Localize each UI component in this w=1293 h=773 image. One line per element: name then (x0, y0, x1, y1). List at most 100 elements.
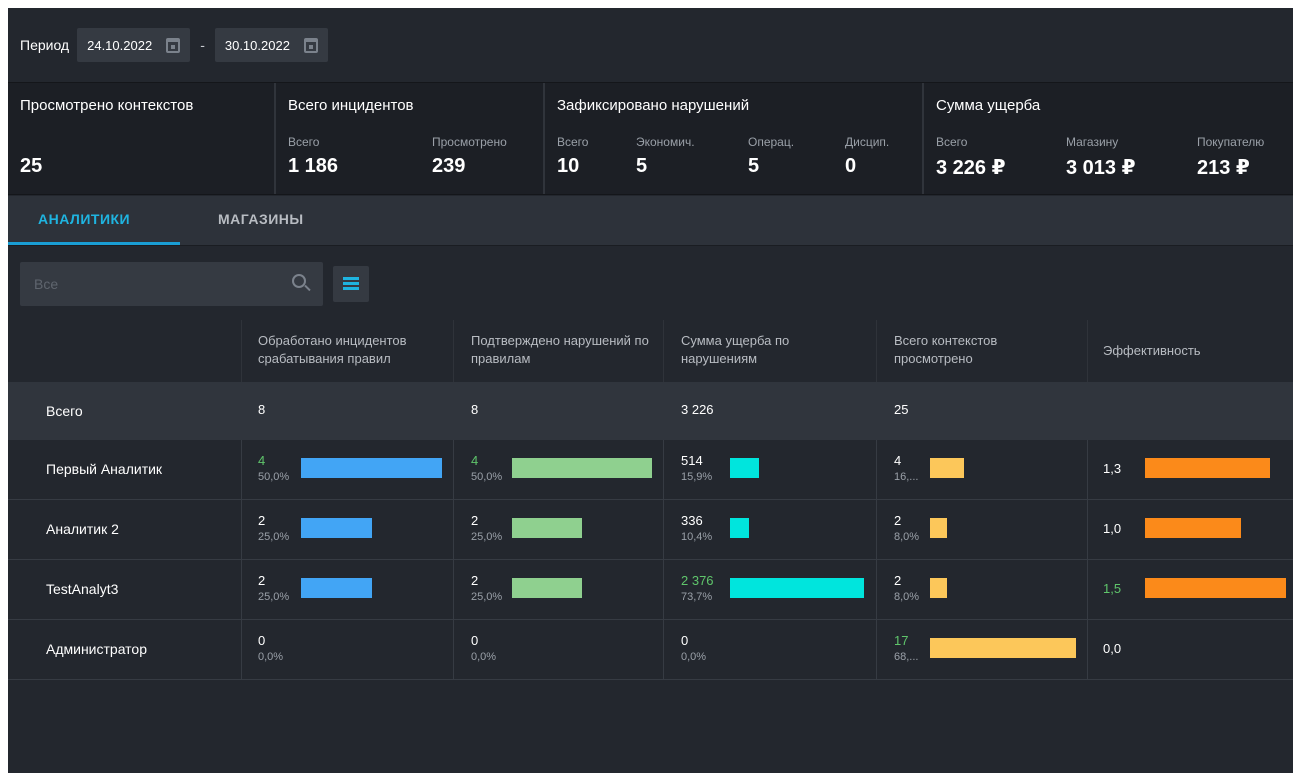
stat-value: 3 013 ₽ (1066, 157, 1136, 179)
active-tab-indicator (8, 242, 180, 245)
incidents-bar (301, 518, 372, 538)
efficiency-bar (1145, 458, 1270, 478)
table-row-total: Всего 8 8 3 226 25 (8, 382, 1293, 440)
tab-stores[interactable]: МАГАЗИНЫ (218, 211, 304, 227)
cell-value: 2 376 (681, 573, 714, 588)
row-name: Первый Аналитик (46, 461, 163, 477)
stat-sub-label: Покупателю (1197, 135, 1265, 149)
efficiency-value: 1,5 (1103, 581, 1122, 596)
stat-value: 10 (557, 155, 580, 177)
cell-value: 2 (258, 573, 266, 588)
cell-value: 17 (894, 633, 909, 648)
tab-bar: АНАЛИТИКИ МАГАЗИНЫ (8, 196, 1293, 246)
contexts-bar (930, 638, 1076, 658)
cell-damage: 514 15,9% (681, 454, 712, 484)
efficiency-value: 1,0 (1103, 521, 1122, 536)
cell-incidents: 2 25,0% (258, 514, 289, 544)
cell-percent: 8,0% (894, 591, 920, 603)
stat-value: 5 (636, 155, 648, 177)
list-icon (343, 277, 359, 291)
cell-percent: 25,0% (258, 591, 290, 603)
cell-value: 2 (471, 513, 479, 528)
cell-incidents: 0 0,0% (258, 634, 283, 664)
row-name: Аналитик 2 (46, 521, 119, 537)
analysts-table: Обработано инцидентов срабатывания прави… (8, 320, 1293, 680)
stat-incidents: Всего инцидентов Всего 1 186 Просмотрено… (276, 83, 545, 194)
row-name: Администратор (46, 641, 148, 657)
search-input[interactable] (20, 262, 290, 306)
stat-sub-label: Всего (936, 135, 968, 149)
row-name: Всего (46, 403, 83, 419)
date-to-field[interactable]: 30.10.2022 (214, 28, 328, 62)
date-from-value: 24.10.2022 (87, 37, 153, 53)
damage-bar (730, 578, 864, 598)
stat-title: Зафиксировано нарушений (557, 97, 750, 114)
table-row[interactable]: Аналитик 2 2 25,0% 2 25,0% 336 10,4% 2 8,0% 1,0 (8, 500, 1293, 560)
header-efficiency[interactable]: Эффективность (1103, 342, 1201, 360)
search-icon[interactable] (292, 274, 306, 288)
header-damage[interactable]: Сумма ущерба по нарушениям (681, 332, 841, 368)
row-name: TestAnalyt3 (46, 581, 119, 597)
cell-value: 0 (258, 633, 266, 648)
header-violations[interactable]: Подтверждено нарушений по правилам (471, 332, 661, 368)
stat-title: Всего инцидентов (288, 97, 414, 114)
cell-value: 4 (471, 453, 479, 468)
table-row[interactable]: Администратор 0 0,0% 0 0,0% 0 0,0% 17 68,... 0,0 (8, 620, 1293, 680)
cell-contexts: 2 8,0% (894, 514, 919, 544)
tab-analysts[interactable]: АНАЛИТИКИ (38, 211, 130, 227)
cell-percent: 25,0% (471, 591, 503, 603)
cell-damage: 0 0,0% (681, 634, 706, 664)
cell-percent: 68,... (894, 651, 919, 663)
stat-damage: Сумма ущерба Всего 3 226 ₽ Магазину 3 01… (924, 83, 1293, 194)
cell-percent: 16,... (894, 471, 919, 483)
table-header: Обработано инцидентов срабатывания прави… (8, 320, 1293, 382)
contexts-bar (930, 458, 964, 478)
damage-bar (730, 518, 749, 538)
cell-damage: 336 10,4% (681, 514, 712, 544)
cell-percent: 15,9% (681, 471, 713, 483)
cell-violations: 2 25,0% (471, 514, 502, 544)
stat-value: 3 226 ₽ (936, 157, 1006, 179)
date-separator: - (200, 37, 205, 53)
cell-value: 8 (471, 402, 479, 417)
cell-percent: 25,0% (258, 531, 290, 543)
cell-value: 25 (894, 402, 909, 417)
cell-value: 0 (681, 633, 689, 648)
stat-sub-label: Операц. (748, 135, 795, 149)
cell-percent: 10,4% (681, 531, 713, 543)
incidents-bar (301, 578, 372, 598)
list-view-button[interactable] (333, 266, 369, 302)
cell-value: 2 (894, 573, 902, 588)
stat-sub-label: Дисцип. (845, 135, 890, 149)
header-contexts[interactable]: Всего контекстов просмотрено (894, 332, 1044, 368)
cell-value: 514 (681, 453, 703, 468)
search-box (20, 262, 323, 306)
date-from-field[interactable]: 24.10.2022 (77, 28, 191, 62)
efficiency-value: 0,0 (1103, 641, 1122, 656)
cell-contexts: 4 16,... (894, 454, 918, 484)
total-incidents: 8 (258, 403, 265, 417)
cell-value: 2 (894, 513, 902, 528)
contexts-bar (930, 578, 947, 598)
cell-percent: 73,7% (681, 591, 713, 603)
stat-sub-label: Экономич. (636, 135, 695, 149)
stats-panel: Просмотрено контекстов 25 Всего инцидент… (8, 82, 1293, 195)
table-row[interactable]: Первый Аналитик 4 50,0% 4 50,0% 514 15,9% 4 16,.… (8, 440, 1293, 500)
header-incidents[interactable]: Обработано инцидентов срабатывания прави… (258, 332, 438, 368)
calendar-icon[interactable] (166, 37, 181, 53)
calendar-icon[interactable] (303, 37, 318, 53)
table-row[interactable]: TestAnalyt3 2 25,0% 2 25,0% 2 376 73,7% 2 8,0% 1,… (8, 560, 1293, 620)
stat-value: 5 (748, 155, 760, 177)
table-body: Первый Аналитик 4 50,0% 4 50,0% 514 15,9% 4 16,.… (8, 440, 1293, 680)
violations-bar (512, 578, 582, 598)
cell-value: 4 (894, 453, 902, 468)
stat-value: 1 186 (288, 155, 339, 177)
cell-percent: 50,0% (471, 471, 503, 483)
app-window: Период 24.10.2022 - 30.10.2022 Просмотре… (8, 8, 1293, 773)
violations-bar (512, 518, 582, 538)
damage-bar (730, 458, 759, 478)
violations-bar (512, 458, 652, 478)
stat-violations: Зафиксировано нарушений Всего 10 Экономи… (545, 83, 924, 194)
cell-value: 8 (258, 402, 266, 417)
stat-title: Просмотрено контекстов (20, 97, 194, 114)
